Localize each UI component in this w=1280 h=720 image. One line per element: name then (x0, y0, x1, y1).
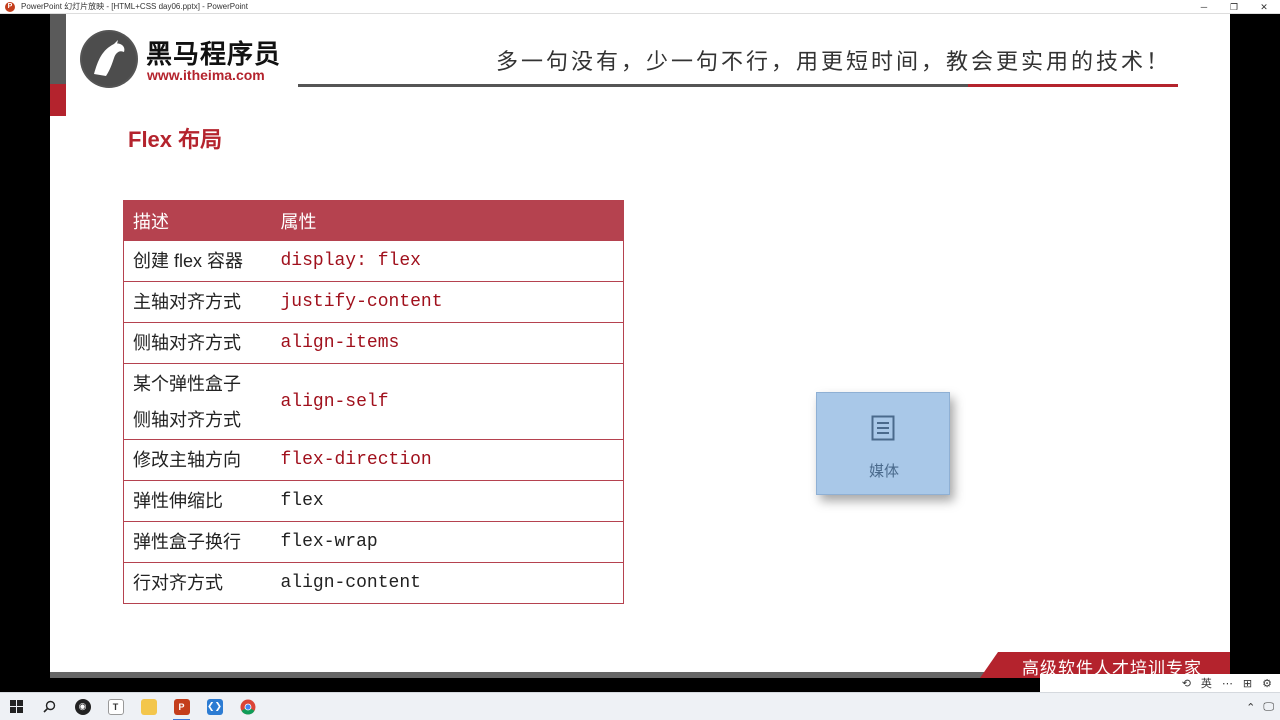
row-description: 修改主轴方向 (123, 439, 272, 481)
row-property: flex-direction (271, 439, 624, 481)
window-title: PowerPoint 幻灯片放映 - [HTML+CSS day06.pptx]… (21, 2, 248, 11)
search-icon (43, 700, 56, 713)
letterbox-right (1230, 14, 1280, 692)
loop-icon[interactable]: ⟲ (1182, 677, 1191, 690)
minimize-button[interactable]: ─ (1189, 0, 1219, 14)
brand-logo: 黑马程序员 www.itheima.com (80, 30, 290, 90)
row-description: 弹性盒子换行 (123, 521, 272, 563)
taskbar-app-typora[interactable]: T (99, 693, 132, 720)
table-row: 行对齐方式 align-content (123, 562, 624, 604)
row-property: flex (271, 480, 624, 522)
grid-icon[interactable]: ⊞ (1243, 677, 1252, 690)
row-property: align-self (271, 363, 624, 440)
window-title-bar: P PowerPoint 幻灯片放映 - [HTML+CSS day06.ppt… (0, 0, 1280, 14)
dots-icon[interactable]: ⋯ (1222, 677, 1233, 690)
row-description: 弹性伸缩比 (123, 480, 272, 522)
folder-icon (140, 698, 157, 715)
taskbar-app-powerpoint[interactable]: P (165, 693, 198, 720)
table-row: 侧轴对齐方式 align-items (123, 322, 624, 364)
table-row: 修改主轴方向 flex-direction (123, 439, 624, 481)
table-row: 弹性盒子换行 flex-wrap (123, 521, 624, 563)
media-label: 媒体 (868, 463, 899, 480)
row-property: justify-content (271, 281, 624, 323)
row-property: align-items (271, 322, 624, 364)
restore-button[interactable]: ❐ (1219, 0, 1249, 14)
taskbar-app-vscode[interactable]: ❮❯ (198, 693, 231, 720)
row-description: 某个弹性盒子 侧轴对齐方式 (123, 363, 272, 440)
row-description: 行对齐方式 (123, 562, 272, 604)
chrome-icon (240, 699, 255, 715)
tray-chevron-icon[interactable]: ⌃ (1246, 701, 1255, 714)
horse-logo-icon (80, 30, 138, 88)
letterbox-left (0, 14, 50, 692)
slogan: 多一句没有，少一句不行，用更短时间，教会更实用的技术！ (496, 50, 1172, 75)
search-button[interactable] (33, 693, 66, 720)
row-property: align-content (271, 562, 624, 604)
row-description: 侧轴对齐方式 (123, 322, 272, 364)
decor-gray-strip (50, 14, 66, 84)
taskbar: ◉ T P ❮❯ ⌃ 🖵 (0, 692, 1280, 720)
row-property: display: flex (271, 240, 624, 282)
row-property: flex-wrap (271, 521, 624, 563)
taskbar-app-explorer[interactable] (132, 693, 165, 720)
brand-url: www.itheima.com (147, 67, 265, 83)
row-description: 主轴对齐方式 (123, 281, 272, 323)
document-icon (871, 415, 895, 441)
row-description: 创建 flex 容器 (123, 240, 272, 282)
table-row: 主轴对齐方式 justify-content (123, 281, 624, 323)
settings-icon[interactable]: ⚙ (1262, 677, 1272, 690)
slide[interactable]: 黑马程序员 www.itheima.com 多一句没有，少一句不行，用更短时间，… (50, 14, 1230, 678)
row-description-line: 某个弹性盒子 (133, 373, 241, 394)
start-button[interactable] (0, 693, 33, 720)
slide-heading: Flex 布局 (128, 127, 223, 152)
table-row: 弹性伸缩比 flex (123, 480, 624, 522)
media-placeholder[interactable]: 媒体 (816, 392, 950, 495)
table-row: 创建 flex 容器 display: flex (123, 240, 624, 282)
header-description: 描述 (123, 200, 272, 241)
header-property: 属性 (271, 200, 624, 241)
circle-app-icon: ◉ (74, 698, 91, 715)
network-icon[interactable]: 🖵 (1263, 701, 1274, 714)
header-divider (298, 84, 968, 87)
system-tray: ⌃ 🖵 (1246, 693, 1274, 720)
powerpoint-app-icon: P (173, 698, 190, 715)
powerpoint-icon: P (5, 1, 15, 12)
flex-properties-table: 描述 属性 创建 flex 容器 display: flex 主轴对齐方式 ju… (123, 200, 624, 604)
input-language[interactable]: 英 (1201, 675, 1212, 691)
slideshow-controls: ⟲ 英 ⋯ ⊞ ⚙ (1040, 674, 1280, 692)
close-button[interactable]: ✕ (1249, 0, 1279, 14)
header-divider-accent (968, 84, 1178, 87)
table-row: 某个弹性盒子 侧轴对齐方式 align-self (123, 363, 624, 440)
taskbar-app-dark[interactable]: ◉ (66, 693, 99, 720)
decor-red-strip (50, 84, 66, 116)
windows-icon (10, 700, 23, 713)
taskbar-app-chrome[interactable] (231, 693, 264, 720)
vscode-icon: ❮❯ (206, 698, 223, 715)
typora-icon: T (107, 698, 124, 715)
table-header-row: 描述 属性 (123, 200, 624, 241)
row-description-line: 侧轴对齐方式 (133, 409, 241, 430)
brand-name: 黑马程序员 (146, 39, 282, 69)
